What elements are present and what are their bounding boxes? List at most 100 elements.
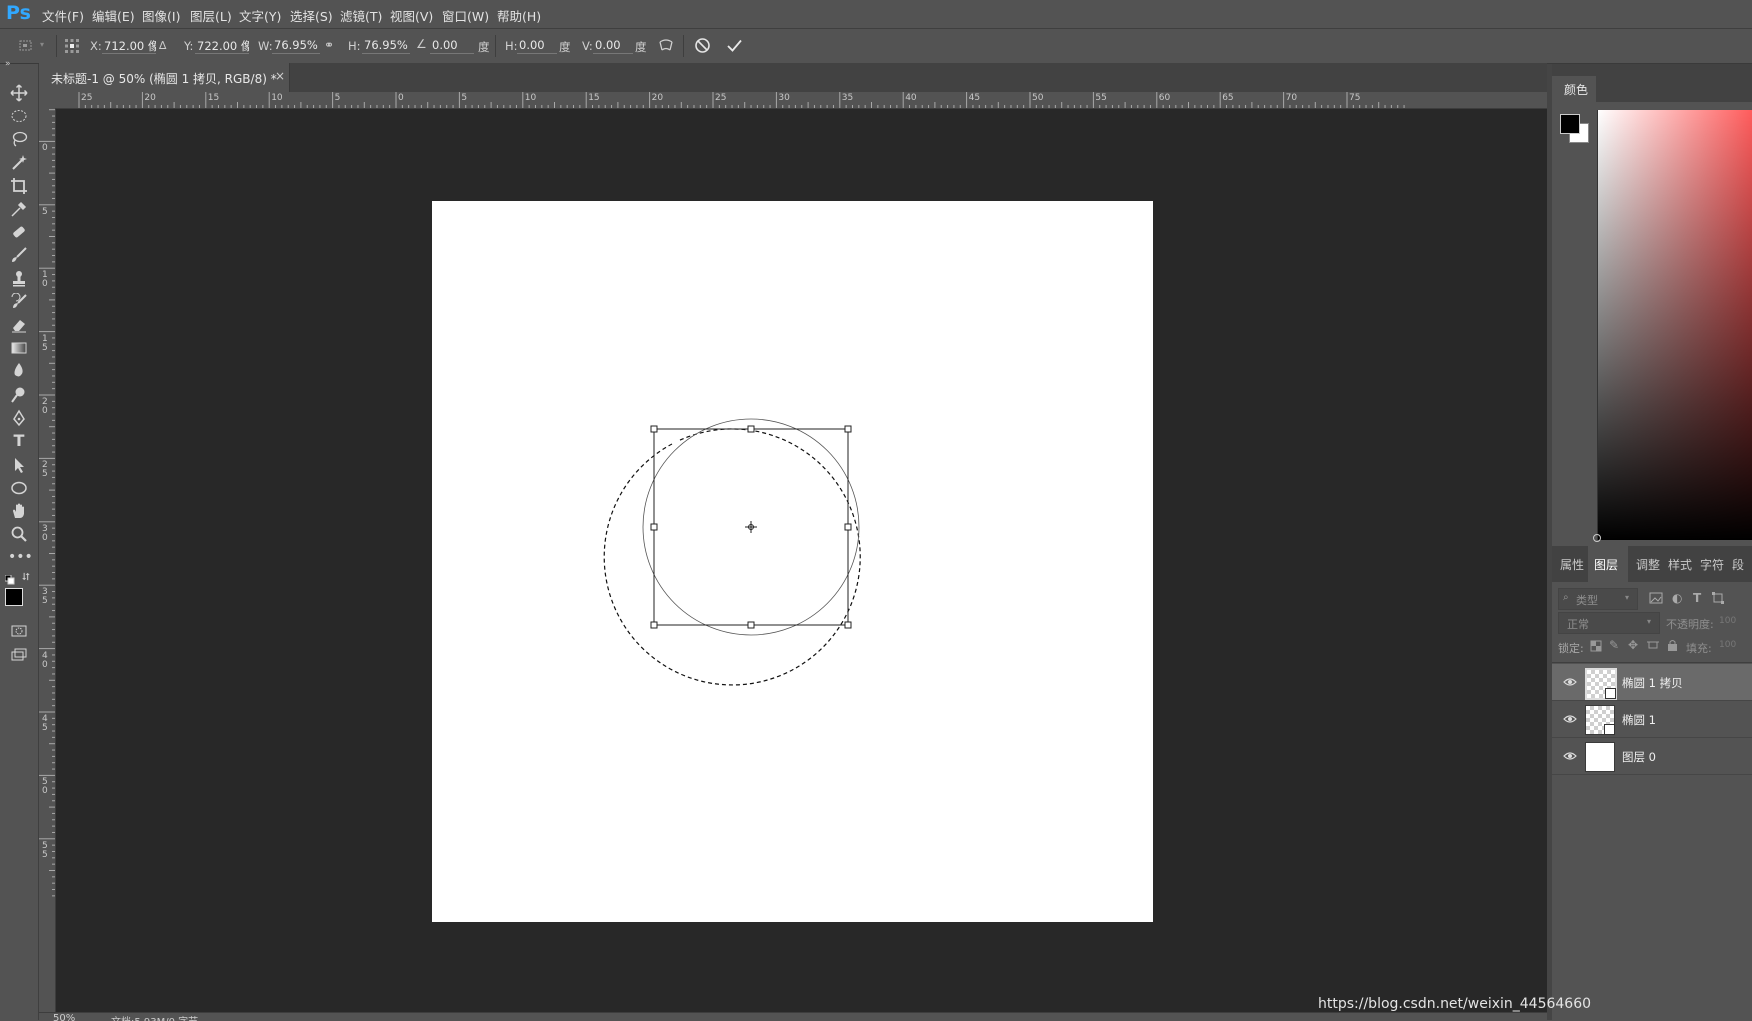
move-tool-icon[interactable]: [8, 82, 30, 104]
lock-transparent-icon[interactable]: [1590, 640, 1602, 655]
lock-image-icon[interactable]: ✎: [1609, 638, 1619, 652]
crop-tool-icon[interactable]: [8, 175, 30, 197]
link-icon[interactable]: ⚭: [324, 38, 334, 52]
type-tool-icon[interactable]: T: [8, 430, 30, 452]
reference-point-icon[interactable]: [64, 38, 80, 57]
path-selection-tool-icon[interactable]: [8, 454, 30, 476]
document-canvas[interactable]: [432, 201, 1153, 922]
horizontal-ruler[interactable]: 25 20 15 10 5 0 5 10 15 20 25 30 35 40 45 50 55 60 65 70 75: [55, 92, 1547, 109]
color-picker-field[interactable]: [1597, 110, 1752, 540]
tab-character[interactable]: 字符: [1700, 556, 1724, 573]
ellipse-tool-icon[interactable]: [8, 477, 30, 499]
visibility-eye-icon[interactable]: [1563, 749, 1577, 763]
eyedropper-tool-icon[interactable]: [8, 198, 30, 220]
foreground-color-picker[interactable]: [1560, 114, 1580, 134]
filter-adjustment-icon[interactable]: ◐: [1672, 591, 1682, 605]
filter-pixel-icon[interactable]: [1649, 592, 1663, 607]
menu-layer[interactable]: 图层(L): [190, 6, 232, 25]
foreground-color-swatch[interactable]: [5, 588, 23, 606]
hand-tool-icon[interactable]: [8, 500, 30, 522]
swap-colors-icon[interactable]: ⮃: [22, 572, 30, 583]
x-field[interactable]: 712.00 像3: [102, 38, 156, 54]
ruler-label: 25: [715, 93, 727, 103]
tab-paragraph[interactable]: 段: [1732, 556, 1744, 573]
menu-file[interactable]: 文件(F): [42, 6, 84, 25]
eraser-tool-icon[interactable]: [8, 314, 30, 336]
warp-mode-icon[interactable]: [657, 37, 675, 58]
commit-transform-icon[interactable]: [726, 37, 743, 57]
menu-view[interactable]: 视图(V): [390, 6, 433, 25]
vertical-ruler[interactable]: 0 5 10 15 20 25 30 35 40 45 50 55: [39, 108, 56, 1012]
elliptical-marquee-tool-icon[interactable]: [8, 105, 30, 127]
menu-window[interactable]: 窗口(W): [442, 6, 489, 25]
clone-stamp-tool-icon[interactable]: [8, 268, 30, 290]
color-field-cursor[interactable]: [1593, 534, 1601, 542]
layer-name[interactable]: 椭圆 1: [1622, 712, 1656, 728]
menu-edit[interactable]: 编辑(E): [92, 6, 135, 25]
ruler-label: 50: [42, 777, 48, 797]
filter-type-icon[interactable]: T: [1693, 591, 1701, 605]
tab-color[interactable]: 颜色: [1552, 76, 1596, 102]
relative-position-icon[interactable]: ∆: [159, 39, 166, 52]
lock-all-icon[interactable]: [1667, 639, 1678, 654]
menu-type[interactable]: 文字(Y): [239, 6, 281, 25]
document-tab[interactable]: 未标题-1 @ 50% (椭圆 1 拷贝, RGB/8) * ×: [39, 63, 290, 92]
height-field[interactable]: 76.95%: [362, 38, 410, 54]
tab-properties[interactable]: 属性: [1560, 556, 1584, 573]
handle-bottom-left: [650, 621, 658, 629]
lock-artboard-icon[interactable]: [1647, 639, 1659, 654]
menu-select[interactable]: 选择(S): [290, 6, 333, 25]
menu-filter[interactable]: 滤镜(T): [340, 6, 382, 25]
menu-image[interactable]: 图像(I): [142, 6, 180, 25]
chevron-down-icon: ▾: [1625, 593, 1630, 602]
quick-mask-icon[interactable]: [8, 620, 30, 642]
layer-thumbnail: [1585, 705, 1615, 735]
close-tab-icon[interactable]: ×: [275, 69, 285, 83]
lock-position-icon[interactable]: ✥: [1628, 638, 1638, 652]
layer-name[interactable]: 图层 0: [1622, 749, 1656, 765]
visibility-eye-icon[interactable]: [1563, 675, 1577, 689]
zoom-tool-icon[interactable]: [8, 523, 30, 545]
fill-label: 填充:: [1686, 642, 1712, 655]
healing-brush-tool-icon[interactable]: [8, 221, 30, 243]
ruler-origin[interactable]: [39, 92, 55, 108]
pen-tool-icon[interactable]: [8, 407, 30, 429]
tab-adjustments[interactable]: 调整: [1636, 556, 1660, 573]
visibility-eye-icon[interactable]: [1563, 712, 1577, 726]
v-skew-field[interactable]: 0.00: [593, 38, 633, 54]
layer-row[interactable]: 椭圆 1 拷贝: [1552, 664, 1752, 701]
h-skew-field[interactable]: 0.00: [517, 38, 557, 54]
tab-styles[interactable]: 样式: [1668, 556, 1692, 573]
tab-layers[interactable]: 图层: [1594, 556, 1618, 573]
handle-left: [650, 523, 658, 531]
layer-row[interactable]: 图层 0: [1552, 738, 1752, 775]
lasso-tool-icon[interactable]: [8, 128, 30, 150]
filter-shape-icon[interactable]: [1712, 592, 1724, 607]
magic-wand-tool-icon[interactable]: [8, 152, 30, 174]
gradient-tool-icon[interactable]: [8, 337, 30, 359]
opacity-value[interactable]: 100: [1719, 616, 1736, 626]
brush-tool-icon[interactable]: [8, 244, 30, 266]
collapse-panel-icon[interactable]: »: [5, 59, 11, 69]
more-tools-icon[interactable]: •••: [8, 546, 33, 568]
angle-field[interactable]: 0.00: [430, 38, 474, 54]
default-colors-icon[interactable]: [4, 574, 15, 588]
blur-tool-icon[interactable]: [8, 360, 30, 382]
layer-name[interactable]: 椭圆 1 拷贝: [1622, 675, 1683, 691]
cancel-transform-icon[interactable]: [694, 37, 711, 57]
fill-value[interactable]: 100: [1719, 640, 1736, 650]
transform-tool-icon[interactable]: [18, 38, 34, 57]
dodge-tool-icon[interactable]: [8, 384, 30, 406]
layer-filter-select[interactable]: ⌕ 类型 ▾: [1558, 588, 1638, 610]
layer-row[interactable]: 椭圆 1: [1552, 701, 1752, 738]
canvas-area[interactable]: [56, 109, 1547, 1012]
screen-mode-icon[interactable]: [8, 644, 30, 666]
blend-mode-select[interactable]: 正常 ▾: [1558, 612, 1660, 634]
menu-bar: Ps 文件(F) 编辑(E) 图像(I) 图层(L) 文字(Y) 选择(S) 滤…: [0, 0, 1752, 29]
history-brush-tool-icon[interactable]: [8, 291, 30, 313]
document-tab-bar: 未标题-1 @ 50% (椭圆 1 拷贝, RGB/8) * ×: [39, 63, 1547, 93]
menu-help[interactable]: 帮助(H): [497, 6, 541, 25]
width-field[interactable]: 76.95%: [272, 38, 320, 54]
tool-preset-chevron-icon[interactable]: ▾: [40, 40, 44, 49]
y-field[interactable]: 722.00 像3: [195, 38, 249, 54]
